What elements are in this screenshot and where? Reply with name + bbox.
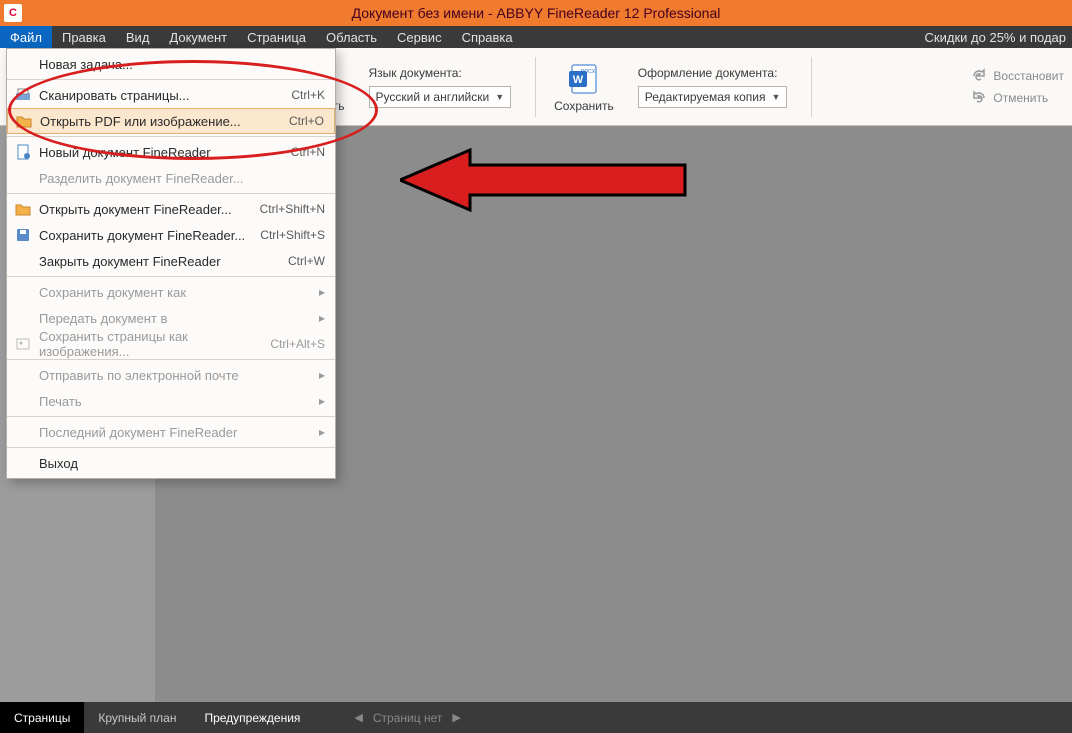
submenu-arrow-icon: ▸ (319, 425, 325, 439)
menu-area[interactable]: Область (316, 26, 387, 48)
undo-label: Отменить (993, 91, 1048, 105)
image-icon (13, 334, 33, 354)
menu-new-task[interactable]: Новая задача... (7, 51, 335, 77)
layout-value: Редактируемая копия (645, 90, 766, 104)
layout-select[interactable]: Редактируемая копия ▼ (638, 86, 788, 108)
save-button[interactable]: W DOCX Сохранить (546, 57, 622, 117)
language-select[interactable]: Русский и английски ▼ (369, 86, 512, 108)
submenu-arrow-icon: ▸ (319, 311, 325, 325)
menu-open-pdf[interactable]: Открыть PDF или изображение... Ctrl+O (7, 108, 335, 134)
menu-exit[interactable]: Выход (7, 450, 335, 476)
language-label: Язык документа: (369, 66, 512, 80)
menu-close-document[interactable]: Закрыть документ FineReader Ctrl+W (7, 248, 335, 274)
page-count-label: Страниц нет (373, 711, 442, 725)
file-menu-dropdown: Новая задача... Сканировать страницы... … (6, 48, 336, 479)
menu-help[interactable]: Справка (452, 26, 523, 48)
menu-page[interactable]: Страница (237, 26, 316, 48)
menu-edit[interactable]: Правка (52, 26, 116, 48)
prev-page-icon[interactable]: ◀ (354, 711, 362, 724)
menu-recent-document: Последний документ FineReader ▸ (7, 419, 335, 445)
layout-label: Оформление документа: (638, 66, 788, 80)
menu-split-document: Разделить документ FineReader... (7, 165, 335, 191)
svg-text:W: W (573, 74, 584, 86)
restore-button[interactable]: Восстановит (971, 68, 1064, 84)
menu-scan-pages[interactable]: Сканировать страницы... Ctrl+K (7, 82, 335, 108)
statusbar-pages-tab[interactable]: Страницы (0, 702, 84, 733)
toolbar-separator (811, 57, 812, 117)
layout-group: Оформление документа: Редактируемая копи… (638, 66, 788, 108)
menu-file[interactable]: Файл (0, 26, 52, 48)
menu-document[interactable]: Документ (159, 26, 237, 48)
menu-service[interactable]: Сервис (387, 26, 452, 48)
svg-text:DOCX: DOCX (581, 69, 596, 75)
folder-icon (14, 111, 34, 131)
undo-redo-group: Восстановит Отменить (971, 68, 1072, 106)
menu-send-to: Передать документ в ▸ (7, 305, 335, 331)
undo-button[interactable]: Отменить (971, 90, 1064, 106)
statusbar-zoom-tab[interactable]: Крупный план (84, 702, 190, 733)
menu-bar: Файл Правка Вид Документ Страница Област… (0, 26, 1072, 48)
restore-label: Восстановит (993, 69, 1064, 83)
toolbar-separator (535, 57, 536, 117)
title-bar: C Документ без имени - ABBYY FineReader … (0, 0, 1072, 26)
menu-view[interactable]: Вид (116, 26, 160, 48)
menu-save-as: Сохранить документ как ▸ (7, 279, 335, 305)
status-bar: Страницы Крупный план Предупреждения ◀ С… (0, 702, 1072, 733)
menu-send-email: Отправить по электронной почте ▸ (7, 362, 335, 388)
menu-save-document[interactable]: Сохранить документ FineReader... Ctrl+Sh… (7, 222, 335, 248)
submenu-arrow-icon: ▸ (319, 394, 325, 408)
menu-print: Печать ▸ (7, 388, 335, 414)
window-title: Документ без имени - ABBYY FineReader 12… (352, 5, 721, 21)
scanner-icon (13, 85, 33, 105)
folder-open-icon (13, 199, 33, 219)
save-icon (13, 225, 33, 245)
submenu-arrow-icon: ▸ (319, 368, 325, 382)
menu-new-document[interactable]: Новый документ FineReader Ctrl+N (7, 139, 335, 165)
submenu-arrow-icon: ▸ (319, 285, 325, 299)
app-icon: C (4, 4, 22, 22)
next-page-icon[interactable]: ▶ (452, 711, 460, 724)
undo-icon (971, 90, 987, 106)
redo-icon (971, 68, 987, 84)
save-label: Сохранить (554, 99, 614, 113)
new-doc-icon (13, 142, 33, 162)
chevron-down-icon: ▼ (495, 92, 504, 102)
menu-open-document[interactable]: Открыть документ FineReader... Ctrl+Shif… (7, 196, 335, 222)
menu-save-pages-images: Сохранить страницы как изображения... Ct… (7, 331, 335, 357)
page-navigator: ◀ Страниц нет ▶ (354, 702, 460, 733)
chevron-down-icon: ▼ (772, 92, 781, 102)
language-group: Язык документа: Русский и английски ▼ (369, 66, 512, 108)
promo-text[interactable]: Скидки до 25% и подар (919, 26, 1072, 48)
language-value: Русский и английски (376, 90, 490, 104)
statusbar-warnings-tab[interactable]: Предупреждения (190, 702, 314, 733)
word-icon: W DOCX (566, 61, 602, 97)
